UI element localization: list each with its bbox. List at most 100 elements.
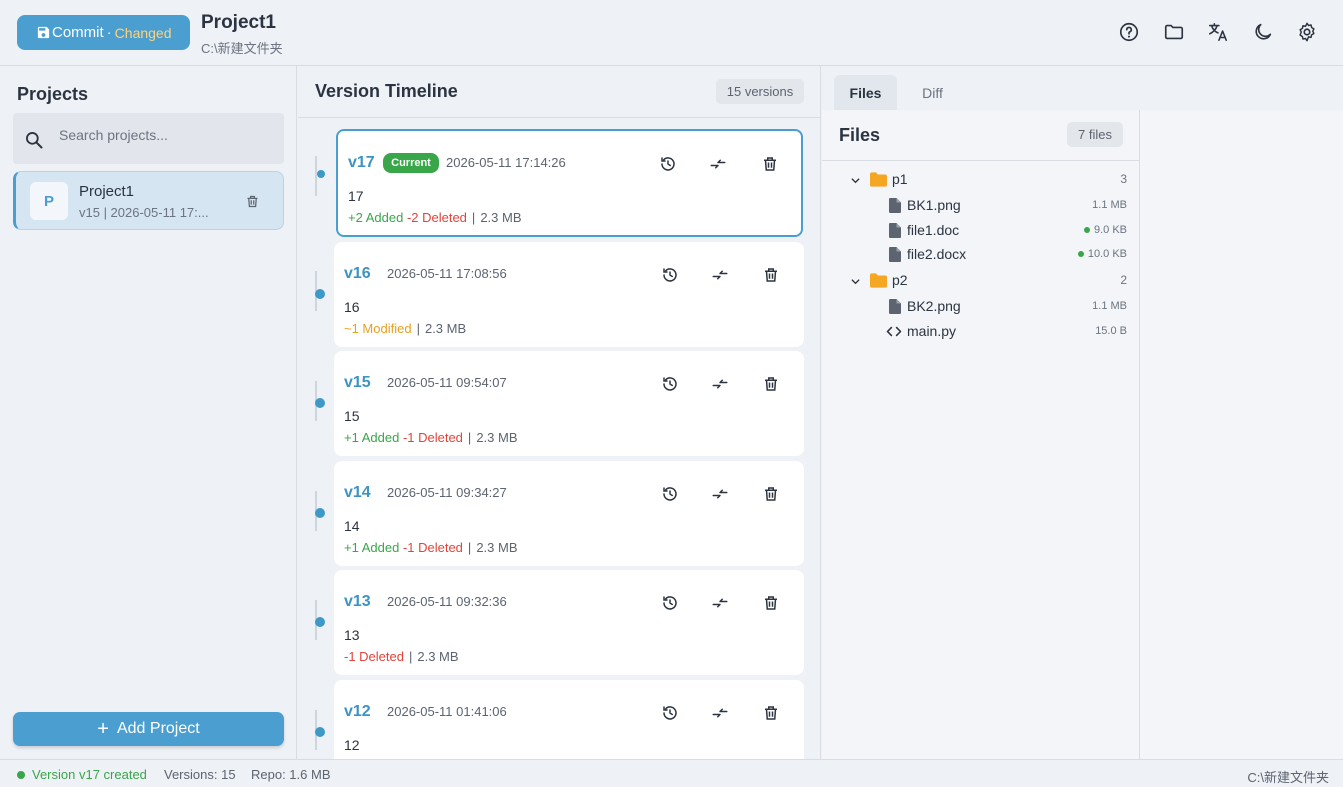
delete-icon[interactable]: [762, 704, 780, 722]
project-item[interactable]: P Project1 v15 | 2026-05-11 17:...: [13, 171, 284, 230]
version-date: 2026-05-11 09:34:27: [387, 485, 507, 500]
version-size: 2.3 MB: [424, 321, 467, 336]
delete-icon[interactable]: [762, 594, 780, 612]
file-icon: [889, 247, 901, 262]
tree-folder[interactable]: p2 2: [822, 269, 1140, 293]
changed-dot: [1077, 251, 1084, 257]
restore-icon[interactable]: [661, 594, 679, 612]
version-card[interactable]: v15 2026-05-11 09:54:07 15 +1 Added -1 D…: [334, 351, 804, 456]
files-panel: Files 7 files p1 3 BK1.png 1.1 MB file1.…: [822, 110, 1140, 759]
status-repo-size: Repo: 1.6 MB: [251, 767, 331, 782]
tree-file[interactable]: main.py 15.0 B: [822, 320, 1140, 344]
add-project-label: Add Project: [116, 720, 200, 737]
file-icon: [889, 198, 901, 213]
version-count-badge: 15 versions: [716, 79, 804, 104]
compare-icon[interactable]: [711, 594, 729, 612]
tab-diff[interactable]: Diff: [901, 75, 964, 110]
delete-icon[interactable]: [761, 155, 779, 173]
version-card[interactable]: v12 2026-05-11 01:41:06 12: [334, 680, 804, 759]
current-badge: Current: [383, 153, 439, 173]
restore-icon[interactable]: [661, 704, 679, 722]
version-stats: +1 Added -1 Deleted | 2.3 MB: [344, 540, 518, 555]
translate-icon[interactable]: [1207, 21, 1229, 43]
chevron-down-icon: [851, 279, 860, 285]
save-icon: [37, 26, 50, 39]
version-card[interactable]: v17 Current 2026-05-11 17:14:26 17 +2 Ad…: [336, 129, 803, 237]
version-stats: +2 Added -2 Deleted | 2.3 MB: [348, 210, 522, 225]
moon-icon[interactable]: [1252, 21, 1274, 43]
compare-icon[interactable]: [711, 375, 729, 393]
tree-file[interactable]: file2.docx 10.0 KB: [822, 243, 1140, 267]
commit-button[interactable]: Commit · Changed: [17, 15, 190, 50]
delete-project-icon[interactable]: [245, 194, 260, 209]
folder-icon[interactable]: [1163, 21, 1185, 43]
commit-label: Commit: [52, 24, 104, 41]
search-input[interactable]: [59, 123, 274, 147]
restore-icon[interactable]: [661, 485, 679, 503]
deleted-count: -1 Deleted: [402, 430, 463, 445]
delete-icon[interactable]: [762, 375, 780, 393]
timeline-dot: [315, 727, 325, 737]
compare-icon[interactable]: [711, 266, 729, 284]
search-box[interactable]: [13, 113, 284, 164]
tree-folder[interactable]: p1 3: [822, 168, 1140, 192]
files-title: Files: [839, 125, 881, 145]
file-icon: [889, 223, 901, 238]
version-label: v12: [344, 703, 371, 720]
added-count: +1 Added: [344, 430, 400, 445]
version-message: 17: [348, 188, 364, 204]
file-name: file2.docx: [907, 246, 967, 262]
version-label: v15: [344, 374, 371, 391]
folder-icon: [870, 172, 887, 187]
add-project-button[interactable]: + Add Project: [13, 712, 284, 746]
delete-icon[interactable]: [762, 485, 780, 503]
restore-icon[interactable]: [661, 266, 679, 284]
version-size: 2.3 MB: [476, 430, 518, 445]
changed-dot: [1083, 227, 1090, 233]
commit-separator: ·: [106, 24, 112, 41]
project-title: Project1: [201, 12, 276, 33]
folder-name: p2: [892, 272, 908, 288]
version-date: 2026-05-11 01:41:06: [387, 704, 507, 719]
version-stats: +1 Added -1 Deleted | 2.3 MB: [344, 430, 518, 445]
file-size: 15.0 B: [1095, 325, 1127, 337]
project-meta: v15 | 2026-05-11 17:...: [79, 205, 209, 220]
timeline-dot: [315, 508, 325, 518]
compare-icon[interactable]: [711, 704, 729, 722]
compare-icon[interactable]: [709, 155, 727, 173]
tab-files[interactable]: Files: [834, 75, 897, 110]
tree-file[interactable]: BK2.png 1.1 MB: [822, 295, 1140, 319]
header-bar: Commit · Changed Project1 C:\新建文件夹: [0, 0, 1343, 66]
gear-icon[interactable]: [1296, 21, 1318, 43]
folder-icon: [870, 273, 887, 288]
modified-count: ~1 Modified: [344, 321, 412, 336]
added-count: +2 Added: [348, 210, 404, 225]
file-size: 1.1 MB: [1092, 300, 1127, 312]
timeline-title: Version Timeline: [315, 81, 458, 101]
compare-icon[interactable]: [711, 485, 729, 503]
version-message: 13: [344, 627, 360, 643]
file-name: file1.doc: [907, 222, 960, 238]
file-name: BK1.png: [907, 197, 961, 213]
status-versions: Versions: 15: [164, 767, 236, 782]
status-message: Version v17 created: [32, 767, 147, 782]
version-date: 2026-05-11 17:08:56: [387, 266, 507, 281]
restore-icon[interactable]: [659, 155, 677, 173]
version-card[interactable]: v13 2026-05-11 09:32:36 13 -1 Deleted | 2.…: [334, 570, 804, 675]
file-size: 1.1 MB: [1092, 199, 1127, 211]
help-icon[interactable]: [1118, 21, 1140, 43]
tree-file[interactable]: file1.doc 9.0 KB: [822, 219, 1140, 243]
version-date: 2026-05-11 17:14:26: [446, 155, 566, 170]
timeline-header: Version Timeline 15 versions: [298, 66, 820, 118]
delete-icon[interactable]: [762, 266, 780, 284]
restore-icon[interactable]: [661, 375, 679, 393]
plus-icon: +: [97, 718, 109, 740]
folder-name: p1: [892, 171, 908, 187]
file-size: 9.0 KB: [1083, 224, 1127, 236]
version-card[interactable]: v14 2026-05-11 09:34:27 14 +1 Added -1 D…: [334, 461, 804, 566]
project-name: Project1: [79, 183, 135, 200]
version-card[interactable]: v16 2026-05-11 17:08:56 16 ~1 Modified | 2…: [334, 242, 804, 347]
version-size: 2.3 MB: [476, 540, 518, 555]
tree-file[interactable]: BK1.png 1.1 MB: [822, 194, 1140, 218]
files-count-badge: 7 files: [1067, 122, 1123, 147]
